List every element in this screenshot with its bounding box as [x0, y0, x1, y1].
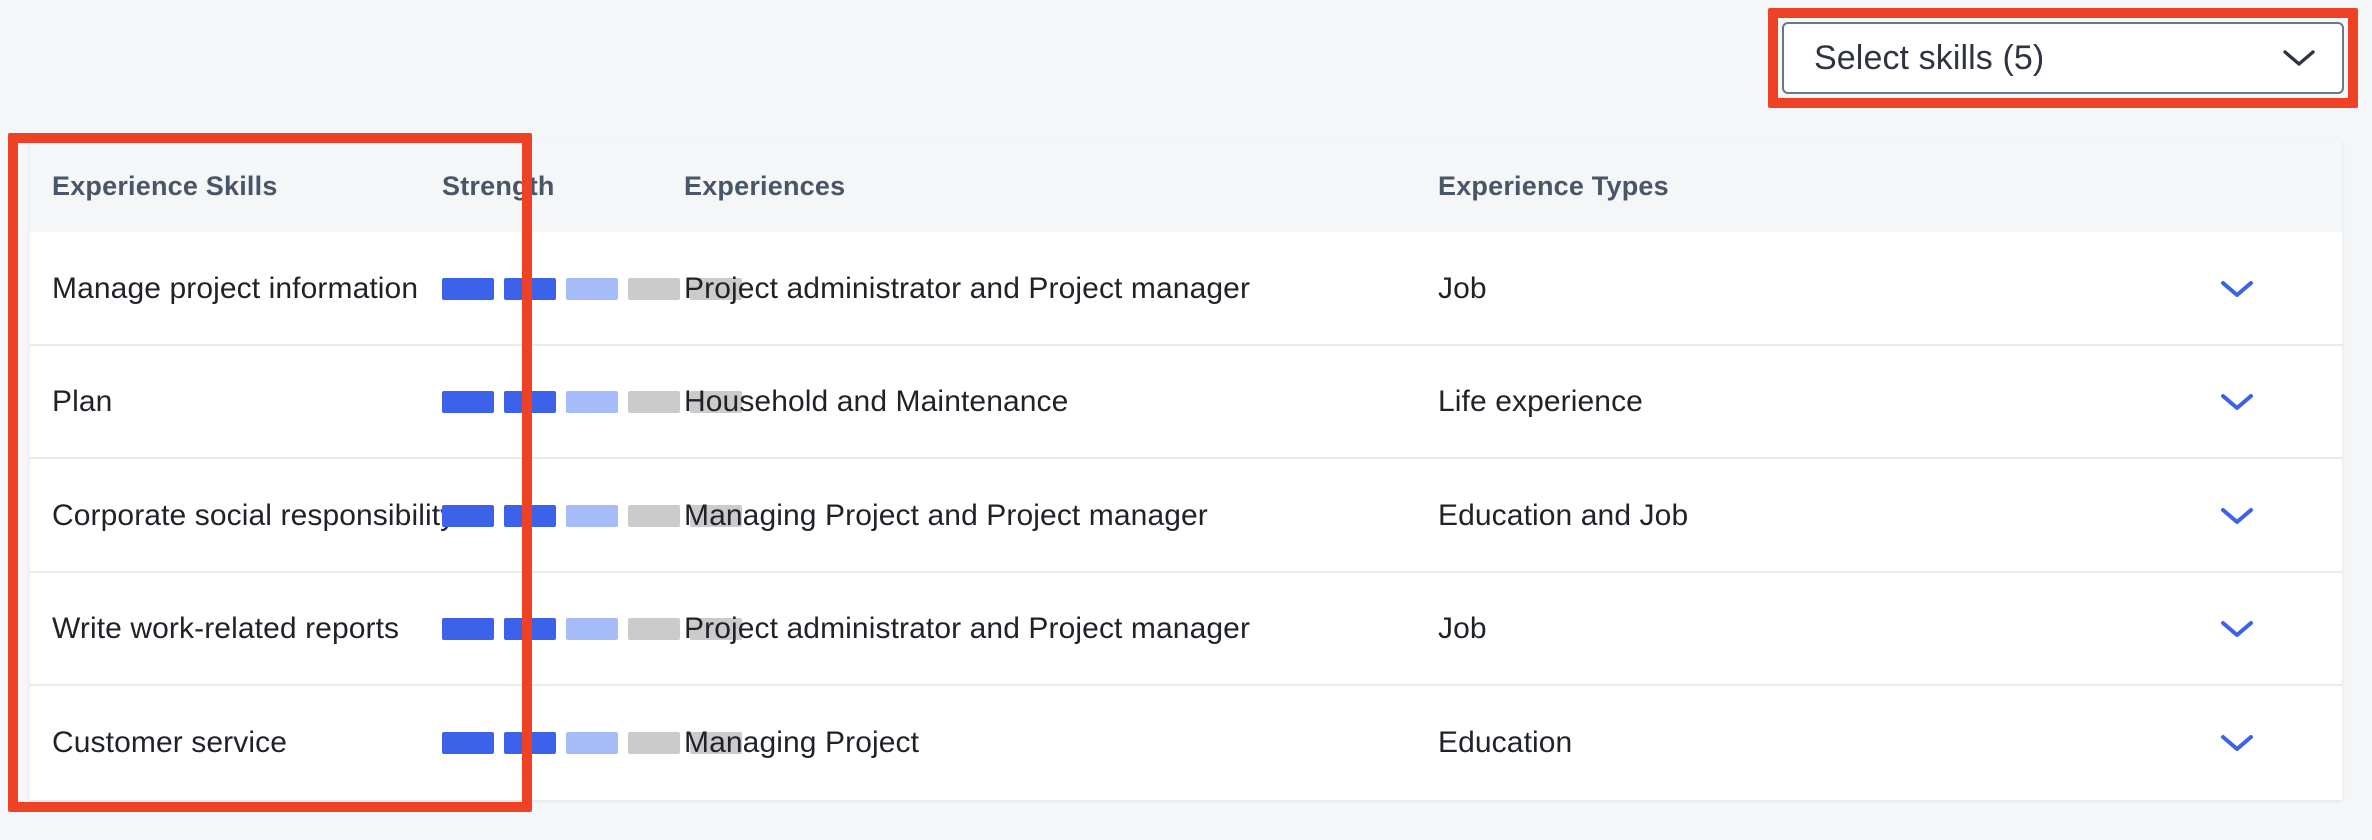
cell-strength: [442, 346, 742, 460]
cell-expand-action: [2220, 346, 2320, 460]
cell-expand-action: [2220, 459, 2320, 573]
cell-experience-types: Life experience: [1438, 385, 1643, 419]
cell-experiences: Household and Maintenance: [684, 385, 1069, 419]
chevron-down-icon[interactable]: [2220, 619, 2254, 639]
cell-expand-action: [2220, 686, 2320, 800]
strength-segment-half: [566, 618, 618, 641]
cell-expand-action: [2220, 232, 2320, 346]
strength-segment-filled: [442, 731, 494, 754]
cell-strength: [442, 232, 742, 346]
strength-segment-empty: [628, 504, 680, 527]
strength-segment-filled: [442, 391, 494, 414]
strength-segment-empty: [628, 731, 680, 754]
table-row[interactable]: Manage project information Project admini…: [30, 232, 2342, 346]
toolbar: Select skills (5): [0, 0, 2372, 128]
chevron-down-icon[interactable]: [2220, 506, 2254, 526]
strength-segment-empty: [628, 391, 680, 414]
strength-segment-empty: [628, 618, 680, 641]
strength-segment-filled: [442, 277, 494, 300]
cell-strength: [442, 686, 742, 800]
experience-skills-table: Experience Skills Strength Experiences E…: [30, 140, 2342, 800]
strength-segment-filled: [442, 504, 494, 527]
cell-experience-types: Job: [1438, 612, 1487, 646]
strength-segment-filled: [504, 391, 556, 414]
select-skills-label: Select skills (5): [1814, 39, 2045, 77]
column-header-experience-types: Experience Types: [1438, 170, 1669, 201]
table-row[interactable]: Write work-related reports Project admini…: [30, 572, 2342, 687]
table-row[interactable]: Plan Household and Maintenance Life experi…: [30, 345, 2342, 460]
select-skills-dropdown[interactable]: Select skills (5): [1782, 22, 2344, 94]
strength-segment-half: [566, 277, 618, 300]
strength-segment-filled: [504, 618, 556, 641]
strength-segment-empty: [628, 277, 680, 300]
cell-experience-types: Education and Job: [1438, 498, 1689, 532]
cell-experiences: Managing Project: [684, 725, 920, 759]
cell-experience-types: Job: [1438, 271, 1487, 305]
strength-segment-filled: [442, 618, 494, 641]
chevron-down-icon: [2283, 50, 2315, 66]
cell-experience-types: Education: [1438, 725, 1573, 759]
strength-segment-filled: [504, 731, 556, 754]
chevron-down-icon[interactable]: [2220, 733, 2254, 753]
strength-segment-filled: [504, 504, 556, 527]
column-header-strength: Strength: [442, 170, 555, 201]
cell-strength: [442, 459, 742, 573]
strength-segment-filled: [504, 277, 556, 300]
table-row[interactable]: Corporate social responsibility Managing …: [30, 459, 2342, 573]
chevron-down-icon[interactable]: [2220, 392, 2254, 412]
table-header-row: Experience Skills Strength Experiences E…: [30, 140, 2342, 232]
strength-segment-half: [566, 731, 618, 754]
cell-experiences: Managing Project and Project manager: [684, 498, 1208, 532]
strength-segment-half: [566, 391, 618, 414]
column-header-experiences: Experiences: [684, 170, 846, 201]
chevron-down-icon[interactable]: [2220, 279, 2254, 299]
strength-segment-half: [566, 504, 618, 527]
table-body: Manage project information Project admini…: [30, 232, 2342, 800]
table-row[interactable]: Customer service Managing Project Educatio…: [30, 686, 2342, 800]
cell-expand-action: [2220, 573, 2320, 687]
cell-strength: [442, 573, 742, 687]
cell-experiences: Project administrator and Project manage…: [684, 612, 1251, 646]
page-root: Select skills (5) Experience Skills Stre…: [0, 0, 2372, 840]
cell-experiences: Project administrator and Project manage…: [684, 271, 1251, 305]
